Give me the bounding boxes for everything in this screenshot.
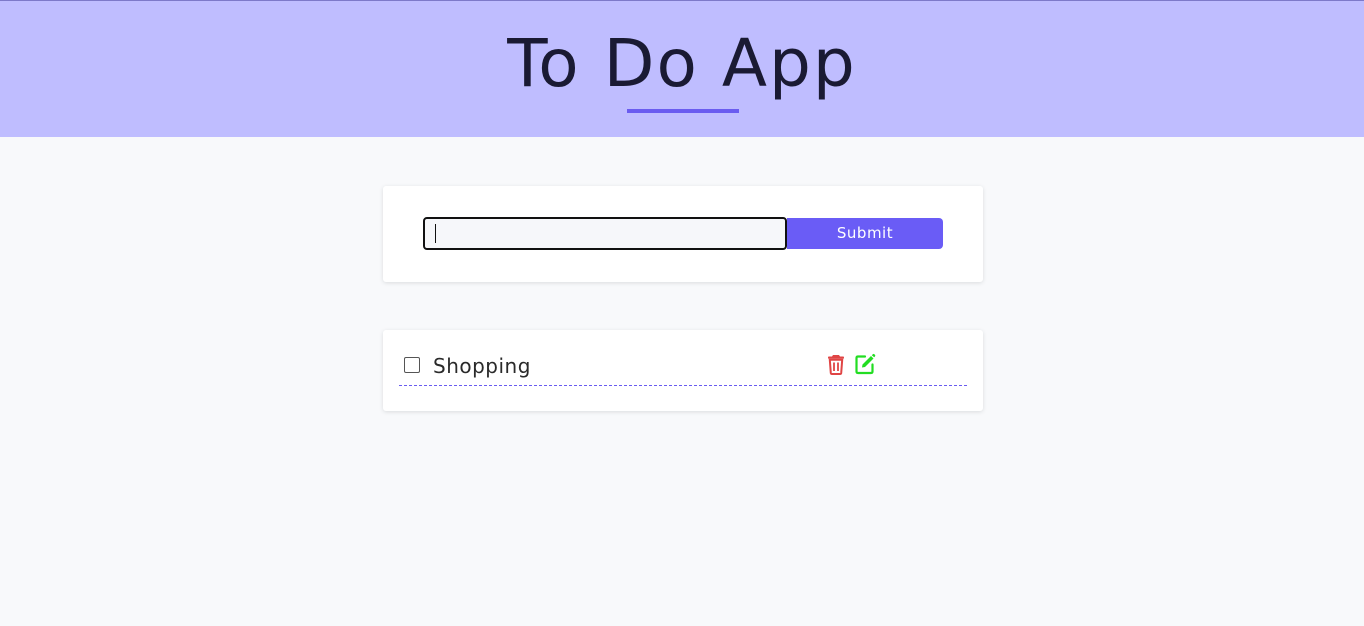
todo-input[interactable] <box>423 217 787 250</box>
todo-list-card: Shopping <box>383 330 983 411</box>
edit-icon[interactable] <box>854 353 876 375</box>
submit-button[interactable]: Submit <box>787 218 943 249</box>
page-title: To Do App <box>507 25 857 102</box>
title-underline <box>627 109 739 113</box>
todo-form-card: Submit <box>383 186 983 282</box>
todo-label: Shopping <box>433 354 531 378</box>
list-item: Shopping <box>399 350 967 386</box>
app-header: To Do App <box>0 0 1364 137</box>
trash-icon[interactable] <box>825 353 847 375</box>
text-caret <box>435 224 436 243</box>
todo-checkbox[interactable] <box>404 357 420 373</box>
